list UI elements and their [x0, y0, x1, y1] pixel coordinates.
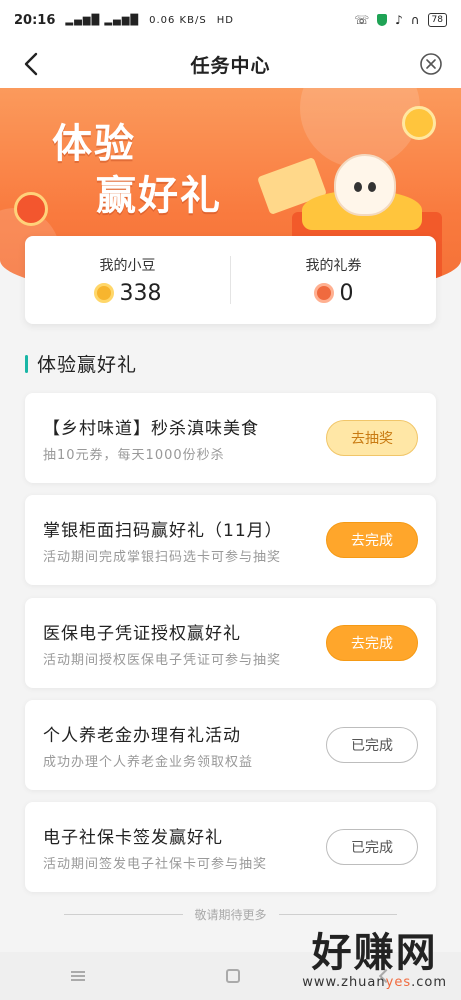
home-icon[interactable] [225, 969, 240, 983]
nav-bar: 任务中心 [0, 40, 461, 88]
task-card[interactable]: 个人养老金办理有礼活动 成功办理个人养老金业务领取权益 已完成 [25, 700, 436, 790]
signal-icon: ▂▄▆█ ▂▄▆█ [65, 14, 140, 26]
task-card[interactable]: 医保电子凭证授权赢好礼 活动期间授权医保电子凭证可参与抽奖 去完成 [25, 598, 436, 688]
task-name: 医保电子凭证授权赢好礼 [43, 624, 241, 644]
shield-icon [377, 14, 388, 26]
mute-icon: ♪ [395, 13, 403, 27]
beans-value: 338 [119, 280, 162, 306]
status-right: ☏ ♪ ∩ 78 [354, 13, 447, 27]
task-name: 掌银柜面扫码赢好礼（11月） [43, 521, 283, 541]
slogan-line-2: 赢好礼 [96, 173, 222, 219]
section-header: 体验赢好礼 [25, 350, 137, 377]
task-card[interactable]: 掌银柜面扫码赢好礼（11月） 活动期间完成掌银扫码选卡可参与抽奖 去完成 [25, 495, 436, 585]
back-arrow-icon[interactable] [18, 50, 46, 78]
coupons-stat[interactable]: 我的礼券 0 [231, 255, 436, 306]
task-desc: 活动期间签发电子社保卡可参与抽奖 [43, 857, 268, 872]
task-card[interactable]: 电子社保卡签发赢好礼 活动期间签发电子社保卡可参与抽奖 已完成 [25, 802, 436, 892]
go-complete-button[interactable]: 去完成 [326, 625, 418, 661]
page-title: 任务中心 [190, 54, 271, 77]
task-card[interactable]: 【乡村味道】秒杀滇味美食 抽10元券，每天1000份秒杀 去抽奖 [25, 393, 436, 483]
red-envelope-icon [14, 192, 48, 226]
task-desc: 活动期间完成掌银扫码选卡可参与抽奖 [43, 550, 282, 565]
close-icon[interactable] [419, 52, 443, 76]
watermark-url-highlight: yes [385, 975, 412, 990]
status-bar: 20:16 ▂▄▆█ ▂▄▆█ 0.06 KB/S HD ☏ ♪ ∩ 78 [0, 0, 461, 40]
coin-icon [402, 106, 436, 140]
menu-icon[interactable] [70, 971, 85, 981]
call-icon: ☏ [354, 13, 370, 27]
watermark: 好赚网 www.zhuanyes.com [302, 931, 447, 990]
bean-icon [93, 283, 114, 303]
battery-indicator: 78 [427, 13, 447, 27]
footer-note: 敬请期待更多 [64, 906, 398, 923]
completed-button[interactable]: 已完成 [326, 727, 418, 763]
mascot-icon [334, 154, 396, 216]
completed-button[interactable]: 已完成 [326, 829, 418, 865]
section-accent-bar [25, 354, 28, 373]
coupons-label: 我的礼券 [305, 257, 362, 274]
task-name: 【乡村味道】秒杀滇味美食 [43, 419, 259, 439]
status-time: 20:16 [14, 12, 56, 28]
footer-text: 敬请期待更多 [194, 908, 267, 922]
footer-divider [64, 914, 183, 915]
watermark-url-pre: www.zhuan [302, 975, 386, 990]
watermark-title: 好赚网 [311, 930, 438, 976]
footer-divider [278, 914, 398, 915]
task-desc: 活动期间授权医保电子凭证可参与抽奖 [43, 653, 282, 668]
hd-indicator: HD [216, 14, 234, 26]
go-complete-button[interactable]: 去完成 [326, 522, 418, 558]
slogan-line-1: 体验 [52, 121, 136, 167]
network-speed: 0.06 KB/S [149, 14, 207, 26]
stats-card: 我的小豆 338 我的礼券 0 [25, 236, 436, 324]
beans-stat[interactable]: 我的小豆 338 [25, 255, 230, 306]
headset-icon: ∩ [410, 13, 420, 27]
task-name: 电子社保卡签发赢好礼 [43, 828, 223, 848]
watermark-url: www.zhuanyes.com [302, 975, 447, 990]
banner-slogan: 体验 赢好礼 [52, 118, 222, 222]
task-desc: 抽10元券，每天1000份秒杀 [43, 448, 225, 463]
task-name: 个人养老金办理有礼活动 [43, 726, 241, 746]
draw-lottery-button[interactable]: 去抽奖 [326, 420, 418, 456]
watermark-url-post: .com [411, 975, 447, 990]
beans-label: 我的小豆 [99, 257, 156, 274]
section-title: 体验赢好礼 [37, 354, 138, 376]
coupon-icon [313, 283, 334, 303]
coupons-value: 0 [339, 280, 354, 306]
task-desc: 成功办理个人养老金业务领取权益 [43, 755, 254, 770]
